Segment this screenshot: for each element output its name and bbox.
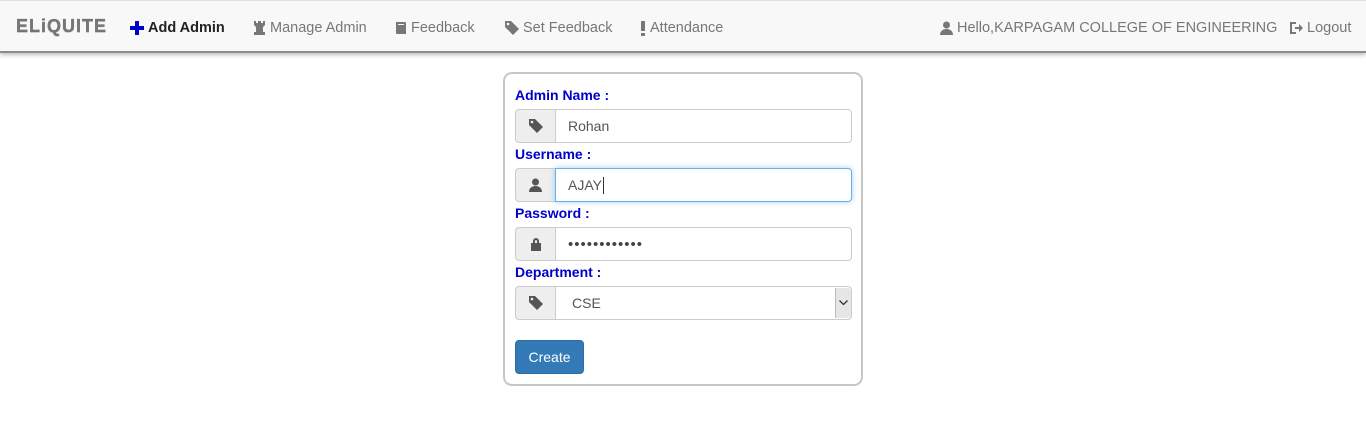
username-input[interactable]: AJAY <box>555 168 852 202</box>
brand-logo[interactable]: ELiQUITE <box>16 16 107 37</box>
nav-user-greeting[interactable]: Hello,KARPAGAM COLLEGE OF ENGINEERING <box>940 19 1277 37</box>
username-value: AJAY <box>568 177 602 193</box>
tag-icon <box>505 21 519 35</box>
plus-icon <box>130 21 144 35</box>
tag-icon <box>515 286 555 320</box>
department-label: Department : <box>515 264 602 280</box>
text-caret <box>602 176 604 194</box>
nav-attendance-label: Attendance <box>650 20 724 36</box>
admin-name-group: Rohan <box>515 109 852 143</box>
department-group: CSE <box>515 286 852 320</box>
username-label: Username : <box>515 146 592 162</box>
user-icon <box>515 168 555 202</box>
nav-manage-admin[interactable]: Manage Admin <box>253 19 367 37</box>
exclamation-icon <box>640 20 646 36</box>
nav-logout[interactable]: Logout <box>1289 19 1351 37</box>
nav-add-admin[interactable]: Add Admin <box>130 19 225 37</box>
lock-icon <box>515 227 555 261</box>
nav-feedback[interactable]: Feedback <box>395 19 475 37</box>
nav-feedback-label: Feedback <box>411 20 475 36</box>
department-select[interactable]: CSE <box>555 286 852 320</box>
tag-icon <box>515 109 555 143</box>
department-selected-value: CSE <box>572 295 601 311</box>
logout-icon <box>1289 21 1303 35</box>
password-mask: •••••••••••• <box>568 235 644 253</box>
logout-label: Logout <box>1307 20 1352 36</box>
admin-name-label: Admin Name : <box>515 87 610 103</box>
admin-name-input[interactable]: Rohan <box>555 109 852 143</box>
create-button[interactable]: Create <box>515 340 584 374</box>
password-label: Password : <box>515 205 590 221</box>
book-icon <box>395 21 407 35</box>
nav-set-feedback-label: Set Feedback <box>523 20 613 36</box>
username-group: AJAY <box>515 168 852 202</box>
nav-attendance[interactable]: Attendance <box>640 19 723 37</box>
password-group: •••••••••••• <box>515 227 852 261</box>
top-navbar: ELiQUITE Add Admin Manage Admin Feedback… <box>0 0 1366 53</box>
password-input[interactable]: •••••••••••• <box>555 227 852 261</box>
tower-icon <box>253 21 266 35</box>
chevron-down-icon[interactable] <box>835 288 851 318</box>
user-icon <box>940 21 953 35</box>
nav-set-feedback[interactable]: Set Feedback <box>505 19 612 37</box>
create-admin-form: Admin Name : Rohan Username : AJAY Passw… <box>503 72 863 386</box>
nav-manage-admin-label: Manage Admin <box>270 20 367 36</box>
user-greeting-label: Hello,KARPAGAM COLLEGE OF ENGINEERING <box>957 20 1278 36</box>
nav-add-admin-label: Add Admin <box>148 20 225 36</box>
